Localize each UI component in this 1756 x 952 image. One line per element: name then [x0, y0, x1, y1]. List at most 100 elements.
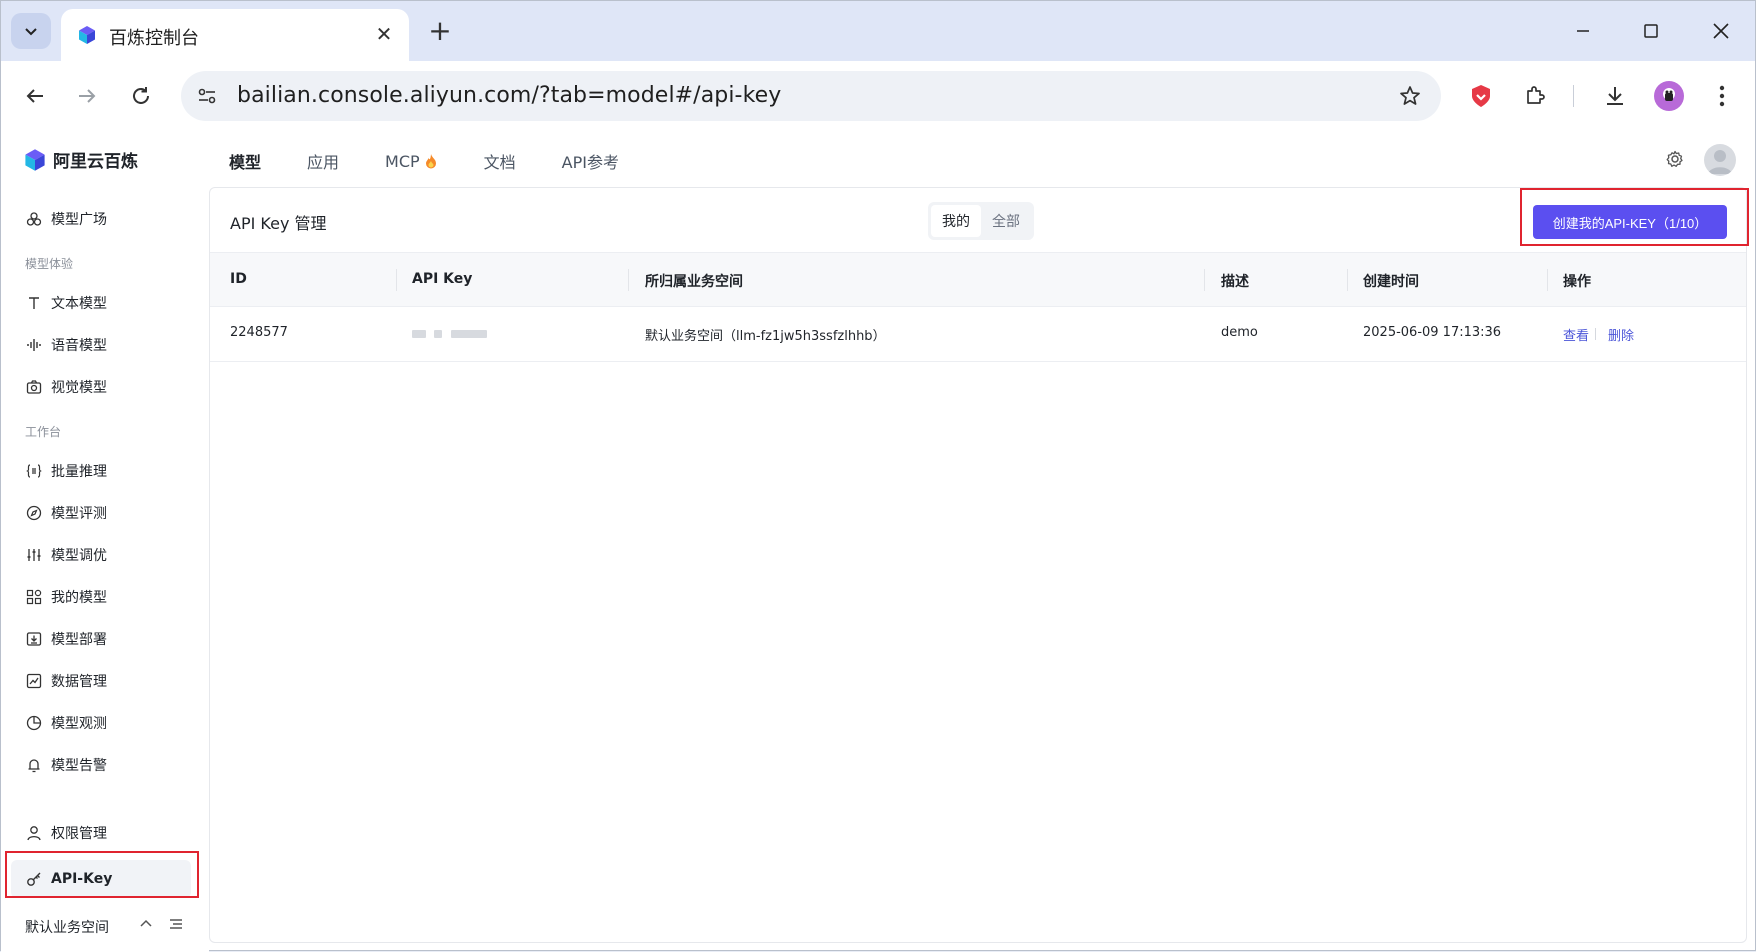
- sidebar-item-batch-inference[interactable]: 批量推理: [25, 456, 107, 486]
- topnav-api-reference[interactable]: API参考: [562, 149, 619, 173]
- topnav-mcp[interactable]: MCP: [385, 149, 438, 173]
- cluster-icon: [25, 210, 43, 228]
- topnav-app[interactable]: 应用: [307, 149, 339, 173]
- column-divider: [628, 269, 629, 291]
- browser-window: 百炼控制台 ✕ + bailian.console.aliyun.com/?ta…: [0, 0, 1756, 952]
- forward-arrow-icon[interactable]: [71, 80, 103, 112]
- back-arrow-icon[interactable]: [19, 80, 51, 112]
- gear-icon[interactable]: [1663, 147, 1687, 171]
- bookmark-star-icon[interactable]: [1397, 83, 1423, 109]
- compass-icon: [25, 504, 43, 522]
- sidebar-item-label: 模型观测: [51, 716, 107, 732]
- toolbar-divider: [1573, 85, 1574, 107]
- cell-workspace: 默认业务空间（llm-fz1jw5h3ssfzlhhb）: [645, 329, 886, 344]
- reload-icon[interactable]: [125, 80, 157, 112]
- chevron-down-icon: [25, 28, 37, 36]
- tab-strip: 百炼控制台 ✕ +: [1, 1, 1755, 61]
- browser-toolbar: bailian.console.aliyun.com/?tab=model#/a…: [1, 61, 1755, 132]
- cell-description: demo: [1221, 325, 1258, 340]
- sidebar-item-label: 数据管理: [51, 674, 107, 690]
- create-api-key-button[interactable]: 创建我的API-KEY（1/10）: [1533, 205, 1727, 239]
- sidebar-item-label: 我的模型: [51, 590, 107, 606]
- apps-grid-icon: [25, 588, 43, 606]
- topnav-docs[interactable]: 文档: [484, 149, 516, 173]
- more-menu-icon[interactable]: [1705, 79, 1739, 113]
- sidebar-item-my-models[interactable]: 我的模型: [25, 582, 107, 612]
- cell-id: 2248577: [230, 325, 288, 340]
- column-workspace: 所归属业务空间: [645, 274, 743, 290]
- app-header: 阿里云百炼 模型 应用 MCP 文档 API参考: [1, 131, 1755, 187]
- sidebar-item-model-observe[interactable]: 模型观测: [25, 708, 107, 738]
- column-divider: [1547, 269, 1548, 291]
- sidebar-item-model-square[interactable]: 模型广场: [25, 204, 107, 234]
- sidebar-item-label: API-Key: [51, 871, 113, 887]
- sidebar-item-label: 模型调优: [51, 548, 107, 564]
- sidebar-item-text-model[interactable]: 文本模型: [25, 288, 107, 318]
- pie-chart-icon: [25, 714, 43, 732]
- workspace-switcher[interactable]: 默认业务空间: [25, 917, 109, 937]
- new-tab-button[interactable]: +: [425, 14, 455, 47]
- braces-list-icon: [25, 462, 43, 480]
- sidebar-item-label: 文本模型: [51, 296, 107, 312]
- close-window-icon[interactable]: [1701, 15, 1741, 47]
- user-icon: [25, 824, 43, 842]
- column-api-key: API Key: [412, 271, 473, 287]
- site-settings-icon[interactable]: [195, 84, 219, 108]
- masked-api-key: [412, 330, 426, 338]
- waveform-icon: [25, 336, 43, 354]
- table-row: 2248577 默认业务空间（llm-fz1jw5h3ssfzlhhb） dem…: [210, 307, 1746, 362]
- sidebar-item-model-tuning[interactable]: 模型调优: [25, 540, 107, 570]
- sidebar-group-experience: 模型体验: [25, 257, 74, 271]
- sidebar-item-vision-model[interactable]: 视觉模型: [25, 372, 107, 402]
- maximize-icon[interactable]: [1631, 15, 1671, 47]
- key-icon: [25, 870, 43, 888]
- column-description: 描述: [1221, 274, 1249, 290]
- profile-avatar[interactable]: [1652, 79, 1686, 113]
- chevron-up-icon[interactable]: [137, 915, 155, 933]
- filter-mine[interactable]: 我的: [931, 205, 981, 237]
- table-header: ID API Key 所归属业务空间 描述 创建时间 操作: [210, 252, 1746, 307]
- api-key-panel: API Key 管理 我的 全部 创建我的API-KEY（1/10） ID AP…: [209, 187, 1749, 943]
- tab-search-button[interactable]: [11, 13, 51, 49]
- url-text[interactable]: bailian.console.aliyun.com/?tab=model#/a…: [237, 83, 781, 108]
- sidebar-item-model-eval[interactable]: 模型评测: [25, 498, 107, 528]
- action-divider: [1595, 328, 1596, 340]
- close-tab-icon[interactable]: ✕: [371, 21, 397, 47]
- column-divider: [396, 269, 397, 291]
- deploy-box-icon: [25, 630, 43, 648]
- sidebar-item-label: 权限管理: [51, 826, 107, 842]
- sidebar-item-model-alert[interactable]: 模型告警: [25, 750, 107, 780]
- filter-all[interactable]: 全部: [981, 205, 1031, 237]
- column-actions: 操作: [1563, 274, 1591, 290]
- browser-tab[interactable]: 百炼控制台 ✕: [61, 9, 409, 61]
- topnav-model[interactable]: 模型: [229, 149, 261, 173]
- topnav-mcp-label: MCP: [385, 151, 420, 171]
- sidebar-item-label: 模型评测: [51, 506, 107, 522]
- download-icon[interactable]: [1598, 79, 1632, 113]
- masked-api-key: [451, 330, 487, 338]
- masked-api-key: [434, 330, 442, 338]
- bailian-logo-icon: [25, 148, 45, 171]
- menu-icon[interactable]: [167, 915, 185, 933]
- sidebar-group-workbench: 工作台: [25, 425, 62, 439]
- text-t-icon: [25, 294, 43, 312]
- column-id: ID: [230, 271, 247, 287]
- sidebar-item-api-key[interactable]: API-Key: [11, 860, 191, 898]
- sidebar-item-label: 批量推理: [51, 464, 107, 480]
- address-bar[interactable]: bailian.console.aliyun.com/?tab=model#/a…: [181, 71, 1441, 121]
- shield-extension-icon[interactable]: [1464, 79, 1498, 113]
- ownership-filter: 我的 全部: [928, 202, 1034, 240]
- minimize-icon[interactable]: [1563, 15, 1603, 47]
- sidebar-item-voice-model[interactable]: 语音模型: [25, 330, 107, 360]
- app-logo[interactable]: 阿里云百炼: [23, 147, 138, 172]
- column-divider: [1347, 269, 1348, 291]
- sidebar-item-model-deploy[interactable]: 模型部署: [25, 624, 107, 654]
- tab-title: 百炼控制台: [109, 28, 199, 49]
- user-avatar[interactable]: [1704, 144, 1736, 176]
- view-link[interactable]: 查看: [1563, 325, 1589, 344]
- delete-link[interactable]: 删除: [1608, 325, 1634, 344]
- puzzle-extensions-icon[interactable]: [1518, 79, 1552, 113]
- fire-icon: [425, 154, 436, 169]
- sidebar-item-permissions[interactable]: 权限管理: [25, 818, 107, 848]
- sidebar-item-data-management[interactable]: 数据管理: [25, 666, 107, 696]
